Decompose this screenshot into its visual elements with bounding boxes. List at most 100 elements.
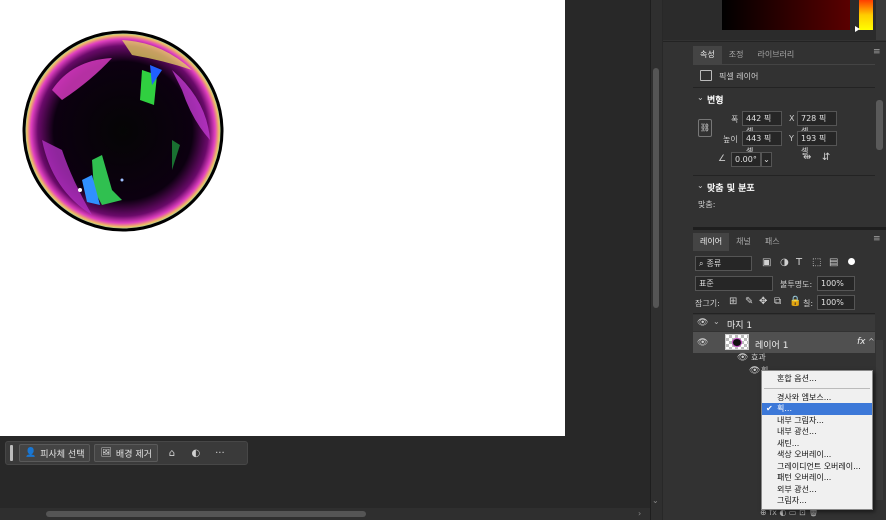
select-subject-label: 피사체 선택 — [40, 449, 85, 460]
group-visibility-eye-icon[interactable]: 👁 — [697, 318, 708, 328]
menu-item-satin[interactable]: 새틴... — [762, 438, 872, 450]
filter-smartobject-icon[interactable]: ▤ — [829, 257, 838, 268]
x-label: X — [789, 114, 795, 123]
stroke-visibility-eye-icon[interactable]: 👁 — [749, 366, 760, 376]
height-label: 높이 — [723, 135, 738, 144]
checkmark-icon: ✔ — [766, 404, 773, 413]
filter-toggle-icon[interactable] — [848, 258, 855, 265]
filter-shape-icon[interactable]: ⬚ — [812, 257, 821, 268]
group-expand-chevron-icon[interactable]: ⌄ — [713, 317, 720, 326]
transform-section-title: 변형 — [707, 96, 724, 106]
effects-visibility-eye-icon[interactable]: 👁 — [737, 353, 748, 363]
layers-tabs: 레이어 채널 패스 — [693, 231, 875, 251]
menu-item-label: 그레이디언트 오버레이... — [777, 461, 861, 471]
lock-position-icon[interactable]: ✥ — [759, 296, 767, 307]
tab-paths[interactable]: 패스 — [758, 233, 787, 251]
menu-item-blending-options[interactable]: 혼합 옵션... — [762, 373, 872, 385]
layer-type-label: 픽셀 레이어 — [719, 72, 759, 81]
remove-background-button[interactable]: 🖼 배경 제거 — [94, 444, 158, 462]
horizontal-scroll-thumb[interactable] — [46, 511, 366, 517]
tab-libraries[interactable]: 라이브러리 — [750, 46, 801, 64]
menu-item-label: 색상 오버레이... — [777, 450, 832, 459]
menu-item-bevel-emboss[interactable]: 경사와 엠보스... — [762, 392, 872, 404]
menu-item-drop-shadow[interactable]: 그림자... — [762, 495, 872, 507]
more-options-icon[interactable]: ··· — [210, 448, 230, 459]
person-icon: 👤 — [25, 448, 37, 458]
vertical-scroll-thumb[interactable] — [653, 68, 659, 308]
hue-slider[interactable] — [859, 0, 873, 30]
filter-pixel-icon[interactable]: ▣ — [762, 257, 771, 268]
properties-scroll-thumb[interactable] — [876, 100, 883, 150]
menu-item-outer-glow[interactable]: 외부 광선... — [762, 484, 872, 496]
angle-field[interactable]: 0.00° — [731, 152, 761, 167]
tab-channels[interactable]: 채널 — [729, 233, 758, 251]
contextual-taskbar: 👤 피사체 선택 🖼 배경 제거 ⌂ ◐ ··· — [5, 441, 248, 465]
search-icon: ⌕ — [699, 259, 704, 268]
opacity-label: 불투명도: — [780, 280, 813, 289]
scroll-down-icon[interactable]: ⌄ — [652, 496, 659, 505]
menu-item-label: 그림자... — [777, 496, 807, 505]
width-label: 폭 — [731, 115, 739, 124]
y-label: Y — [789, 134, 794, 143]
properties-panel-menu-icon[interactable]: ≡ — [873, 47, 881, 57]
fill-label: 칠: — [803, 299, 814, 308]
section-divider — [693, 87, 875, 88]
bubble-image — [22, 30, 224, 232]
angle-dropdown-icon[interactable]: ⌄ — [761, 152, 772, 167]
panel-divider — [693, 227, 886, 230]
menu-item-color-overlay[interactable]: 색상 오버레이... — [762, 449, 872, 461]
menu-item-label: 획... — [777, 404, 792, 413]
layer-group-row[interactable] — [693, 315, 875, 331]
menu-item-gradient-overlay[interactable]: 그레이디언트 오버레이... — [762, 461, 872, 473]
layer-thumbnail[interactable] — [725, 334, 749, 350]
filter-type-icon[interactable]: T — [796, 257, 802, 268]
link-dimensions-icon[interactable]: ⛓ — [698, 119, 712, 137]
effects-label: 효과 — [751, 353, 766, 362]
width-field[interactable]: 442 픽셀 — [742, 111, 782, 136]
lock-artboard-icon[interactable]: ⧉ — [774, 296, 781, 307]
select-subject-button[interactable]: 👤 피사체 선택 — [19, 444, 91, 462]
layer-thumbnail-bubble — [732, 338, 742, 347]
menu-item-stroke[interactable]: ✔ 획... — [762, 403, 872, 415]
filter-adjustment-icon[interactable]: ◑ — [780, 257, 789, 268]
menu-item-label: 새틴... — [777, 438, 800, 448]
taskbar-drag-handle[interactable] — [10, 445, 13, 461]
color-panel-scrollbar[interactable] — [876, 0, 886, 40]
hue-slider-marker-icon[interactable] — [855, 26, 860, 32]
chevron-down-icon[interactable]: ⌄ — [697, 93, 704, 102]
menu-item-inner-shadow[interactable]: 내부 그림자... — [762, 415, 872, 427]
image-icon: 🖼 — [100, 448, 112, 458]
y-field[interactable]: 193 픽셀 — [797, 131, 837, 156]
tab-layers[interactable]: 레이어 — [693, 233, 730, 251]
layers-panel-menu-icon[interactable]: ≡ — [873, 234, 881, 244]
menu-item-pattern-overlay[interactable]: 패턴 오버레이... — [762, 472, 872, 484]
layer-filter-dropdown[interactable]: ⌕ 종류 — [695, 256, 752, 271]
layer-name[interactable]: 레이어 1 — [755, 338, 788, 351]
chevron-down-icon[interactable]: ⌄ — [697, 181, 704, 190]
transform-icon[interactable]: ⌂ — [162, 448, 182, 459]
menu-item-inner-glow[interactable]: 내부 광선... — [762, 426, 872, 438]
blend-mode-dropdown[interactable]: 표준 — [695, 276, 773, 291]
scroll-right-icon[interactable]: › — [638, 509, 641, 518]
flip-horizontal-icon[interactable]: ⇹ — [803, 152, 811, 163]
height-field[interactable]: 443 픽셀 — [742, 131, 782, 156]
layer-visibility-eye-icon[interactable]: 👁 — [697, 338, 708, 348]
x-field[interactable]: 728 픽셀 — [797, 111, 837, 136]
color-field[interactable] — [722, 0, 850, 30]
tab-adjustments[interactable]: 조정 — [722, 46, 751, 64]
group-name[interactable]: 마지 1 — [727, 318, 752, 331]
fx-collapse-icon[interactable]: ^ — [868, 337, 875, 346]
adjustment-icon[interactable]: ◐ — [186, 448, 206, 459]
layers-scrollbar[interactable] — [876, 340, 883, 500]
menu-separator — [764, 387, 870, 389]
menu-item-label: 내부 그림자... — [777, 415, 824, 425]
layer-fx-icon[interactable]: fx — [857, 337, 866, 347]
fill-field[interactable]: 100% — [817, 295, 855, 310]
opacity-field[interactable]: 100% — [817, 276, 855, 291]
lock-all-icon[interactable]: 🔒 — [789, 296, 801, 307]
lock-transparent-icon[interactable]: ⊞ — [729, 296, 737, 307]
lock-paint-icon[interactable]: ✎ — [745, 296, 753, 307]
tab-properties[interactable]: 속성 — [693, 46, 722, 64]
menu-item-label: 패턴 오버레이... — [777, 473, 832, 482]
flip-vertical-icon[interactable]: ⇵ — [822, 152, 830, 163]
